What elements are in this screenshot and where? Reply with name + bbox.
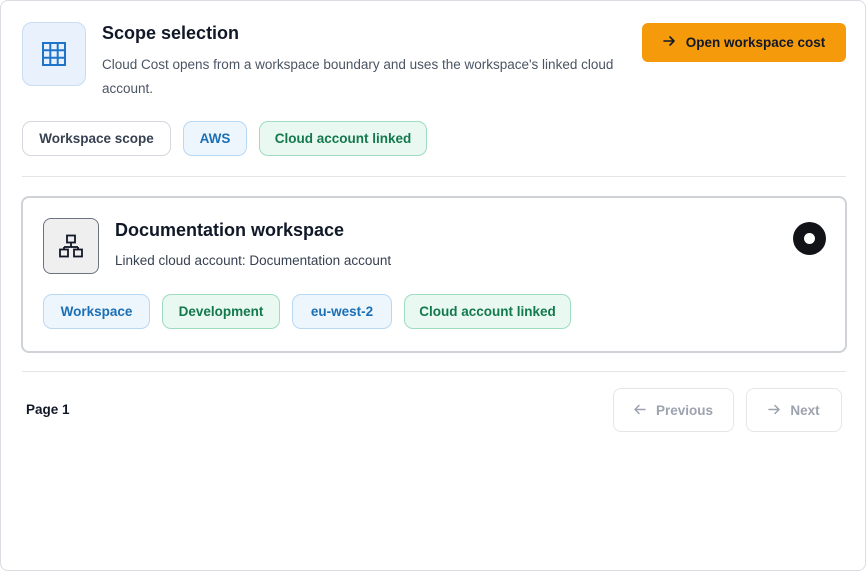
scope-chip-provider: AWS [183,121,247,156]
arrow-right-icon [662,35,676,50]
divider [22,176,846,177]
radio-selected-dot [804,233,815,244]
arrow-left-icon [634,403,646,418]
workspace-tag-region: eu-west-2 [292,294,392,329]
workspace-linked-account: Linked cloud account: Documentation acco… [115,253,392,268]
open-workspace-cost-button[interactable]: Open workspace cost [642,23,846,62]
arrow-right-icon [768,403,781,418]
workspace-title: Documentation workspace [115,220,345,240]
scope-chip-linked: Cloud account linked [259,121,427,156]
divider [22,371,846,372]
open-workspace-cost-label: Open workspace cost [685,35,826,50]
workspace-card[interactable]: Documentation workspace Linked cloud acc… [21,196,847,353]
workspace-tag-environment: Development [162,294,280,329]
workspace-radio[interactable] [793,222,826,255]
next-label: Next [790,402,820,418]
page-indicator: Page 1 [26,402,70,417]
workspace-tag-linked: Cloud account linked [404,294,571,329]
scope-selection-panel: Scope selection Cloud Cost opens from a … [0,0,866,571]
network-icon [43,218,99,274]
workspace-tag-type: Workspace [43,294,150,329]
grid-icon [22,22,86,86]
previous-button[interactable]: Previous [613,388,734,432]
scope-chip-workspace: Workspace scope [22,121,171,156]
next-button[interactable]: Next [746,388,842,432]
page-title: Scope selection [102,23,240,43]
previous-label: Previous [655,402,714,418]
page-description: Cloud Cost opens from a workspace bounda… [102,57,614,96]
